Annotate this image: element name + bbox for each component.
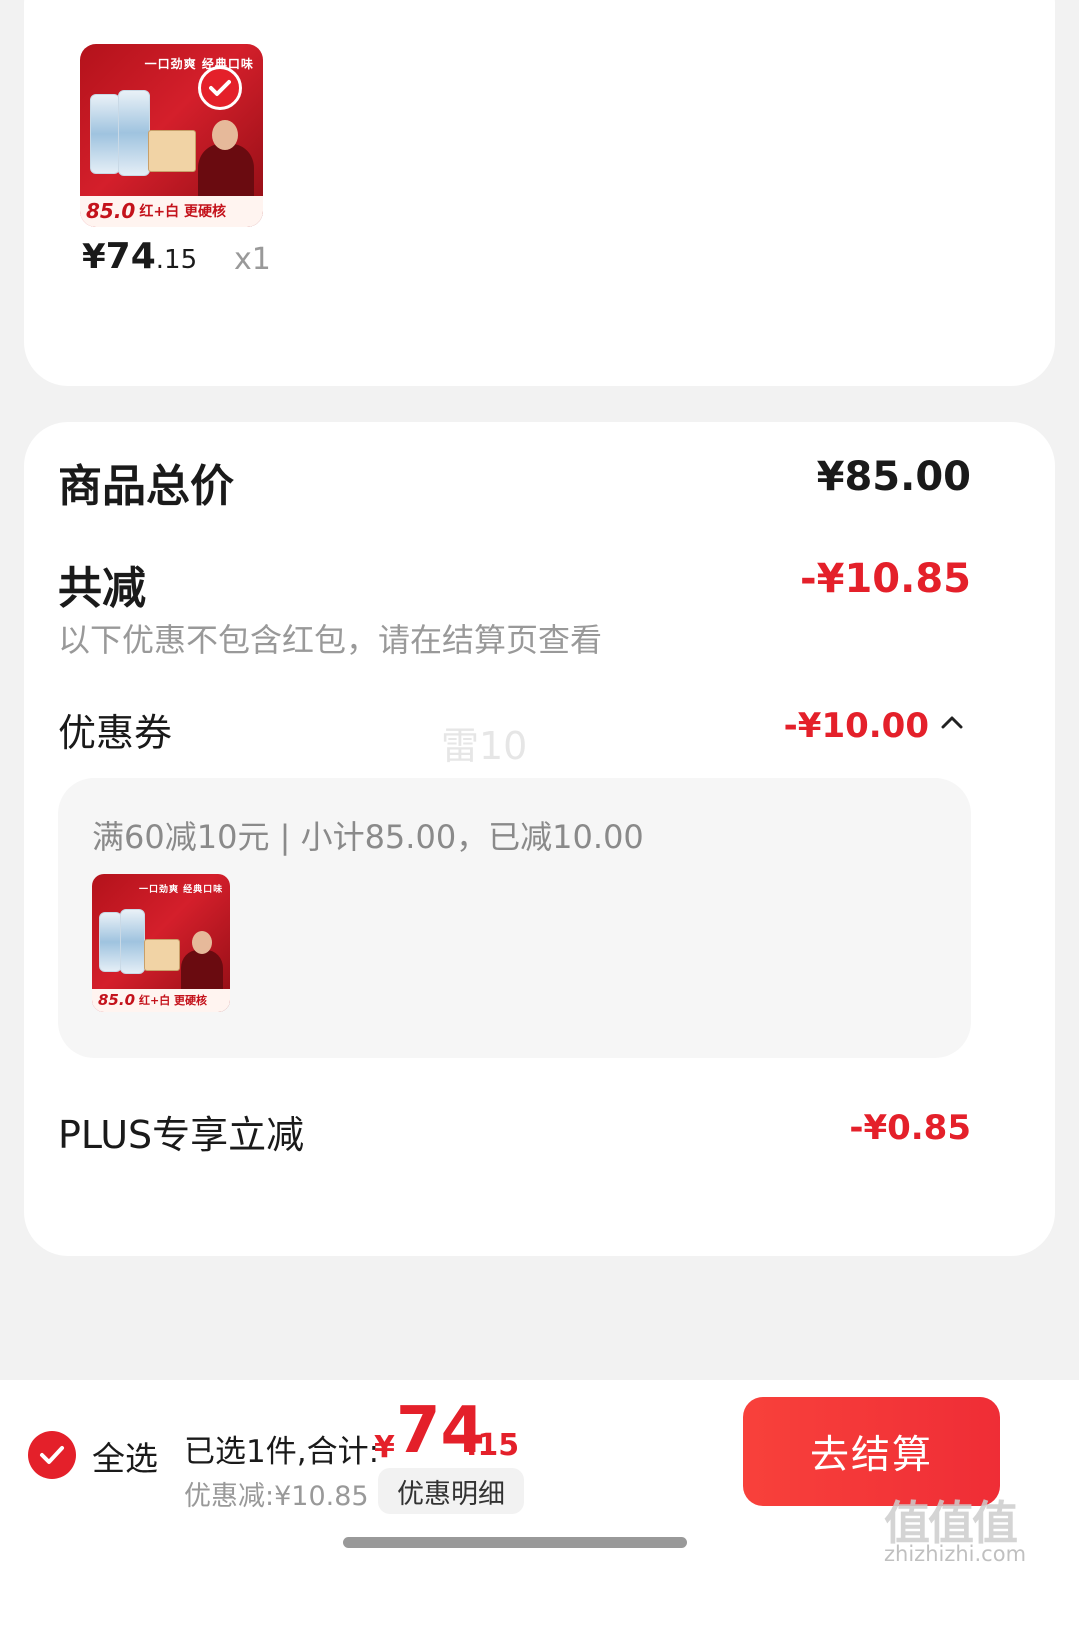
coupon-thumbnail-price: 85.0 (98, 991, 136, 1010)
beer-can-blue (120, 909, 145, 974)
select-all-checkbox[interactable] (28, 1431, 76, 1479)
discount-detail-button[interactable]: 优惠明细 (378, 1468, 524, 1514)
discount-value: -¥10.85 (800, 556, 971, 602)
checkmark-icon (40, 1446, 64, 1464)
coupon-detail-panel: 满60减10元 | 小计85.00，已减10.00 一口劲爽 经典口味 85.0… (58, 778, 971, 1058)
beer-box (148, 130, 196, 172)
select-all-label[interactable]: 全选 (92, 1432, 158, 1480)
chevron-up-icon[interactable] (941, 714, 963, 733)
thumbnail-price-bar: 85.0 红+白 更硬核 (80, 195, 263, 227)
product-price-dec: .15 (155, 245, 198, 275)
coupon-label: 优惠券 (58, 711, 173, 755)
beer-can-white (90, 94, 120, 174)
spokesperson-face (212, 120, 238, 150)
watermark-url: zhizhizhi.com (884, 1542, 1027, 1566)
plus-discount-value: -¥0.85 (849, 1108, 971, 1148)
product-quantity: x1 (234, 242, 271, 277)
product-card: 一口劲爽 经典口味 85.0 红+白 更硬核 ¥74.15 x1 (24, 0, 1055, 386)
product-thumbnail[interactable]: 一口劲爽 经典口味 85.0 红+白 更硬核 (80, 44, 263, 227)
product-price: ¥74.15 (82, 236, 197, 277)
thumbnail-tagline: 红+白 更硬核 (139, 204, 226, 221)
spokesperson-face (192, 931, 212, 954)
coupon-thumbnail-price-bar: 85.0 红+白 更硬核 (92, 988, 230, 1012)
home-indicator[interactable] (343, 1537, 687, 1548)
coupon-value: -¥10.00 (783, 706, 929, 746)
thumbnail-banner: 一口劲爽 经典口味 (144, 56, 254, 71)
grand-total-symbol: ¥ (374, 1430, 395, 1465)
thumbnail-price: 85.0 (86, 199, 136, 224)
grand-total-dec: .15 (466, 1428, 520, 1463)
beer-can-white (99, 912, 122, 972)
plus-discount-label: PLUS专享立减 (58, 1113, 305, 1157)
beer-box (144, 939, 180, 971)
total-price-value: ¥85.00 (816, 454, 971, 500)
coupon-detail-text: 满60减10元 | 小计85.00，已减10.00 (92, 818, 644, 856)
discount-note: 以下优惠不包含红包，请在结算页查看 (58, 621, 603, 659)
coupon-product-thumbnail[interactable]: 一口劲爽 经典口味 85.0 红+白 更硬核 (92, 874, 230, 1012)
discount-label: 共减 (58, 563, 146, 614)
product-price-symbol: ¥ (82, 237, 106, 277)
checked-icon (198, 66, 242, 110)
coupon-thumbnail-tagline: 红+白 更硬核 (139, 994, 208, 1008)
faint-overlay-text: 雷10 (441, 724, 528, 768)
coupon-thumbnail-banner: 一口劲爽 经典口味 (138, 885, 224, 896)
beer-can-blue (118, 90, 150, 176)
total-price-label: 商品总价 (58, 461, 234, 512)
product-price-int: 74 (105, 236, 156, 277)
selected-count-text: 已选1件,合计: (184, 1434, 380, 1470)
discount-summary: 优惠减:¥10.85 (184, 1481, 369, 1512)
